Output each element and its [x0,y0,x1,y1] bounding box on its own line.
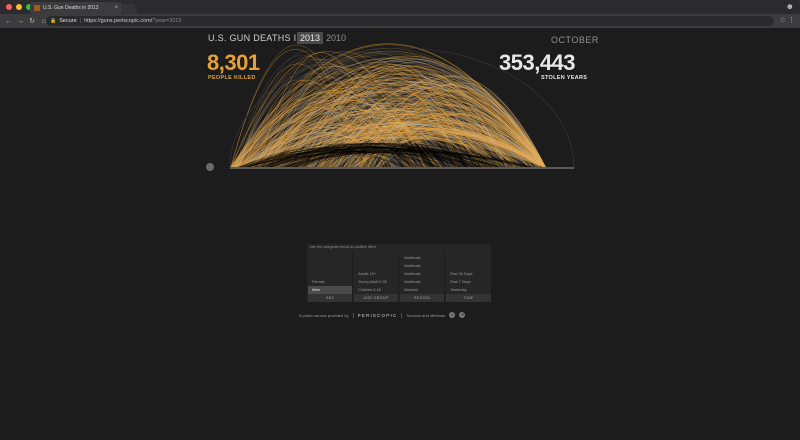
filter-column-age-group: Adults 19+ Young Adult 0-35 Children 0-1… [354,252,399,302]
filter-column-region: Northeast Northeast Northeast Northeast … [400,252,445,302]
share-icon[interactable]: ↗ [459,312,466,318]
filter-option-yesterday[interactable]: Yesterday [446,286,491,294]
back-icon[interactable]: ← [5,18,12,25]
info-icon[interactable]: i [449,312,456,318]
filter-heading-region: REGION [400,294,444,302]
filter-option-midwest[interactable]: Midwest [400,286,444,294]
filter-option-region-1[interactable]: Northeast [400,254,444,262]
filter-panel: Use the categories below as additive fil… [307,244,491,302]
filter-option-male[interactable]: Male [308,286,352,294]
sources-methods-link[interactable]: Sources and Methods [406,313,445,318]
provided-by-text: A public service provided by [299,312,349,318]
url-host: https://guns.periscopic.com/ [84,18,153,24]
tab-title: U.S. Gun Deaths in 2013 [43,5,99,11]
filter-option-young-adult[interactable]: Young Adult 0-35 [354,278,398,286]
address-bar[interactable]: 🔒 Secure | https://guns.periscopic.com/?… [46,16,774,26]
browser-tab-bar: U.S. Gun Deaths in 2013 × ☻ [0,0,800,14]
bookmark-star-icon[interactable]: ☆ [780,16,786,24]
address-separator: | [79,18,82,24]
page-content: U.S. GUN DEATHS IN 2013 2010 OCTOBER 8,3… [0,28,800,440]
filter-hint: Use the categories below as additive fil… [310,245,377,249]
close-window-button[interactable] [6,4,12,10]
filter-heading-time: TIME [446,294,491,302]
time-options: Past 30 Days Past 7 Days Yesterday [446,270,491,294]
filter-option-children[interactable]: Children 0-18 [354,286,398,294]
gun-deaths-arc-visualization[interactable] [200,40,600,175]
timeline-start-marker[interactable] [206,163,214,171]
url-query: ?year=2013 [152,18,182,24]
forward-icon[interactable]: → [17,18,24,25]
filter-option-region-4[interactable]: Northeast [400,278,444,286]
minimize-window-button[interactable] [16,4,22,10]
age-group-options: Adults 19+ Young Adult 0-35 Children 0-1… [354,270,398,294]
filter-option-past-7-days[interactable]: Past 7 Days [446,278,491,286]
browser-toolbar: ← → ↻ ⌂ 🔒 Secure | https://guns.periscop… [0,14,800,28]
secure-label: Secure [59,18,77,24]
browser-tab-active[interactable]: U.S. Gun Deaths in 2013 × [30,2,122,14]
url-text: https://guns.periscopic.com/?year=2013 [84,18,181,24]
window-controls [6,4,32,10]
filter-column-sex: Female Male SEX [308,252,353,302]
filter-heading-sex: SEX [308,294,352,302]
favicon-icon [34,5,40,11]
filter-option-female[interactable]: Female [308,278,352,286]
new-tab-button[interactable] [120,4,138,14]
filter-heading-age-group: AGE GROUP [354,294,398,302]
profile-icon[interactable]: ☻ [786,2,794,11]
filter-option-region-2[interactable]: Northeast [400,262,444,270]
browser-menu-icon[interactable]: ⋮ [788,16,795,24]
lock-icon: 🔒 [50,18,57,24]
filter-option-region-3[interactable]: Northeast [400,270,444,278]
timeline-baseline [230,167,574,169]
tab-close-icon[interactable]: × [114,5,118,11]
sex-options: Female Male [308,278,352,294]
reload-icon[interactable]: ↻ [29,17,35,25]
filter-option-past-30-days[interactable]: Past 30 Days [446,270,491,278]
arc-layer [229,43,547,169]
page-footer: A public service provided by PERISCOPIC … [299,310,499,320]
filter-option-adults[interactable]: Adults 19+ [354,270,398,278]
periscopic-link[interactable]: PERISCOPIC [352,312,403,318]
region-options: Northeast Northeast Northeast Northeast … [400,254,444,294]
filter-column-time: Past 30 Days Past 7 Days Yesterday TIME [446,252,491,302]
